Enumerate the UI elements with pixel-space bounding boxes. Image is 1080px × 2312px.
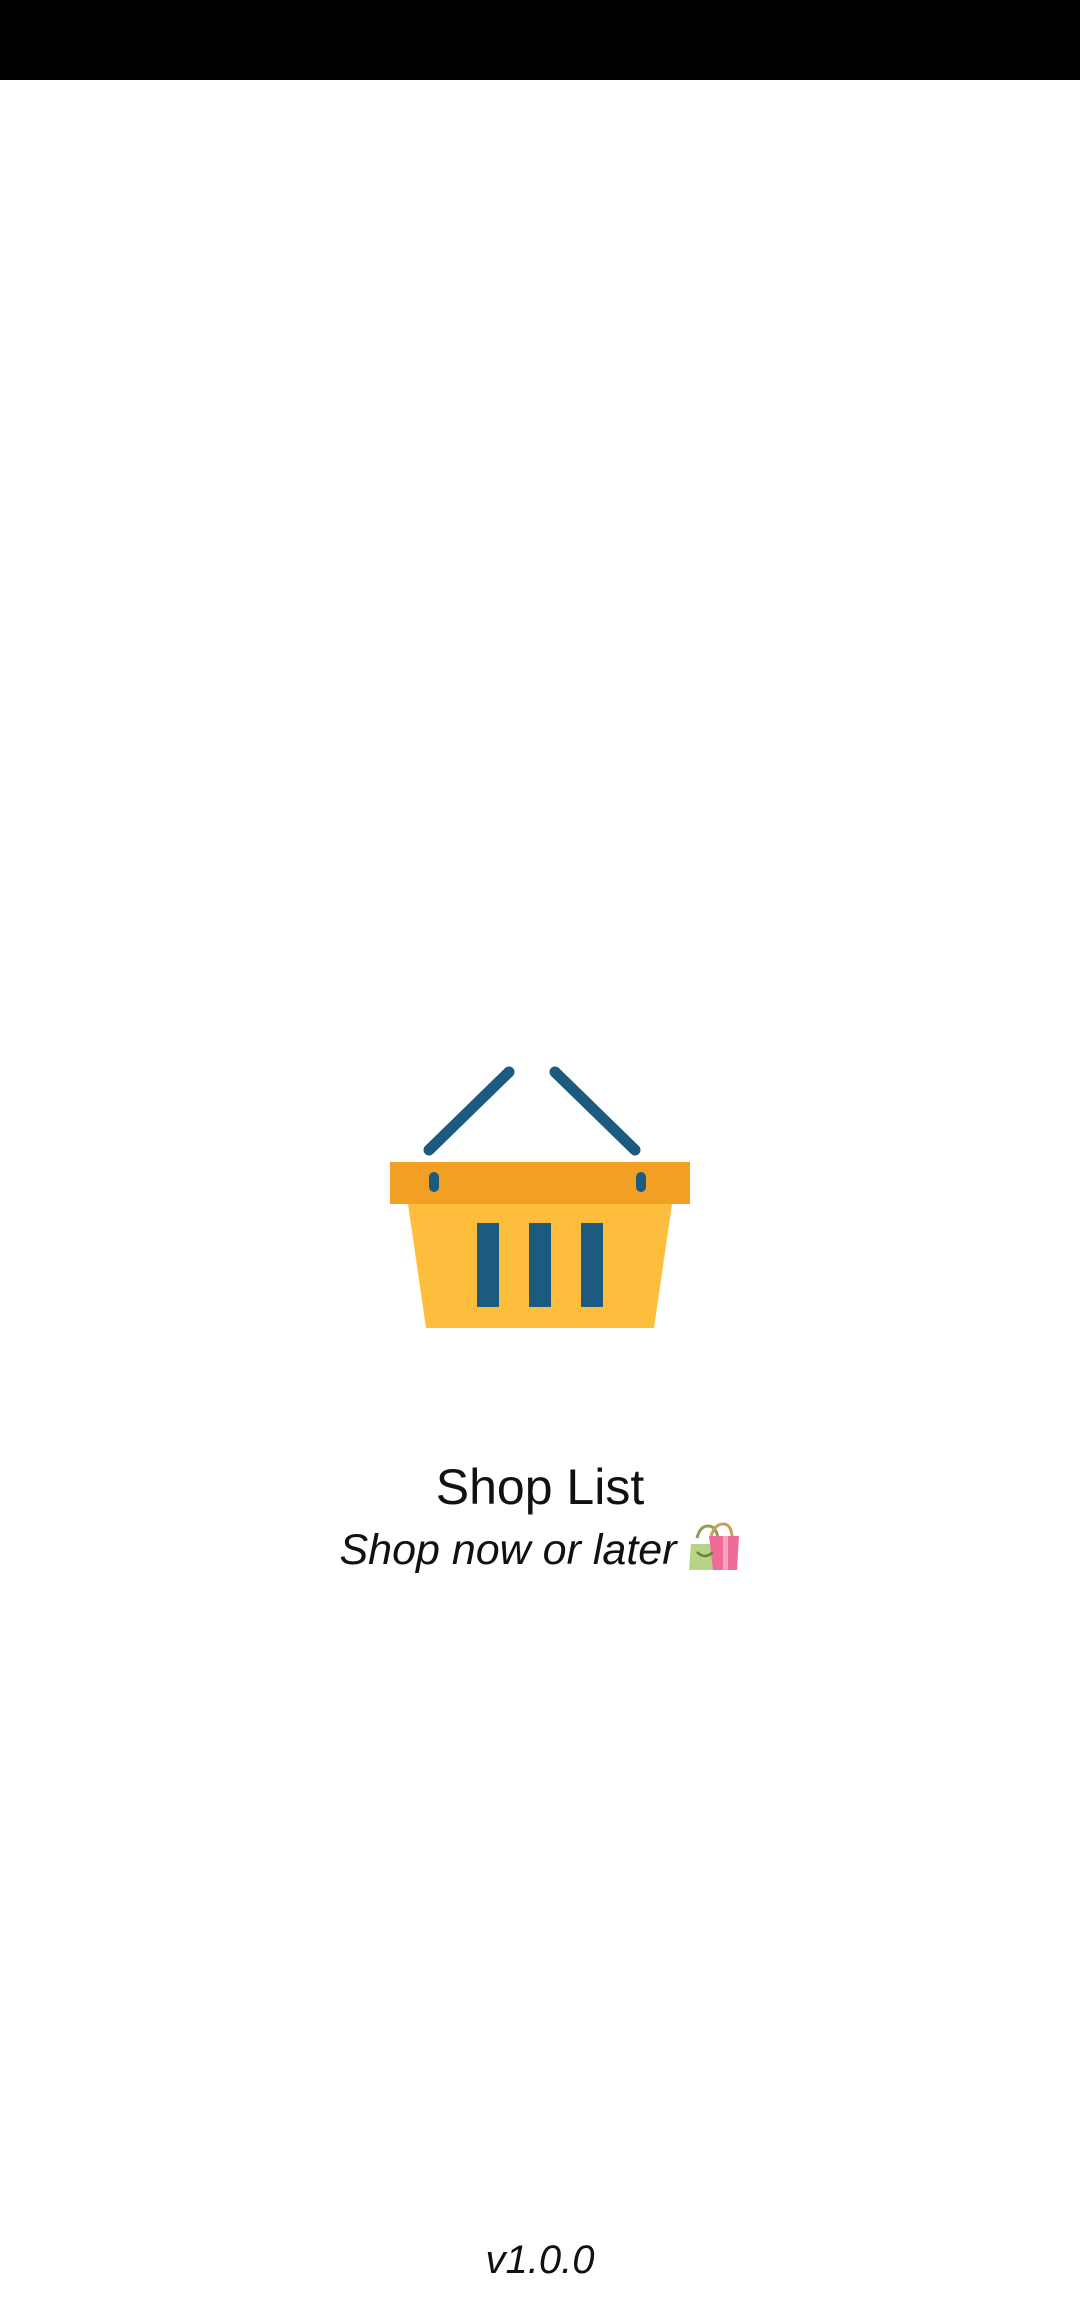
app-name: Shop List bbox=[435, 1459, 645, 1515]
shopping-basket-icon bbox=[390, 1066, 690, 1328]
splash-screen: Shop List Shop now or later v1.0.0 bbox=[0, 0, 1080, 2312]
status-bar bbox=[0, 0, 1080, 80]
tagline: Shop now or later bbox=[0, 1520, 1080, 1580]
app-version: v1.0.0 bbox=[485, 2238, 595, 2282]
shopping-bags-icon bbox=[688, 1522, 739, 1570]
tagline-text: Shop now or later bbox=[339, 1526, 677, 1574]
